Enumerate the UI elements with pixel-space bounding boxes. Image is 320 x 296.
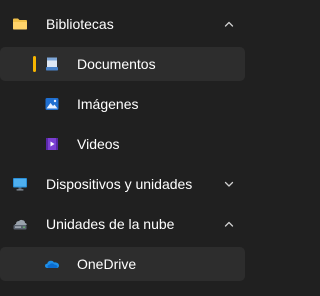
tree-item-nube[interactable]: Unidades de la nube xyxy=(0,207,245,241)
pictures-icon xyxy=(44,96,60,112)
cloud-drive-icon xyxy=(12,216,28,232)
documents-icon xyxy=(44,56,60,72)
tree-item-imagenes[interactable]: Imágenes xyxy=(0,87,245,121)
tree-item-label: Unidades de la nube xyxy=(46,216,175,232)
tree-item-label: Bibliotecas xyxy=(46,16,114,32)
onedrive-cloud-icon xyxy=(44,256,60,272)
tree-item-bibliotecas[interactable]: Bibliotecas xyxy=(0,7,245,41)
chevron-up-icon[interactable] xyxy=(221,16,237,32)
tree-item-label: Imágenes xyxy=(77,96,139,112)
chevron-down-icon[interactable] xyxy=(221,176,237,192)
tree-item-onedrive[interactable]: OneDrive xyxy=(0,247,245,281)
monitor-icon xyxy=(12,176,28,192)
tree-item-label: Dispositivos y unidades xyxy=(46,176,193,192)
tree-item-dispositivos[interactable]: Dispositivos y unidades xyxy=(0,167,245,201)
tree-item-label: OneDrive xyxy=(77,256,137,272)
chevron-up-icon[interactable] xyxy=(221,216,237,232)
tree-item-label: Documentos xyxy=(77,56,156,72)
videos-icon xyxy=(44,136,60,152)
navigation-pane: Bibliotecas Documentos Imágenes Videos D… xyxy=(0,0,253,296)
tree-item-label: Videos xyxy=(77,136,120,152)
folder-icon xyxy=(12,16,28,32)
tree-item-videos[interactable]: Videos xyxy=(0,127,245,161)
tree-item-documentos[interactable]: Documentos xyxy=(0,47,245,81)
selection-indicator xyxy=(33,56,36,72)
